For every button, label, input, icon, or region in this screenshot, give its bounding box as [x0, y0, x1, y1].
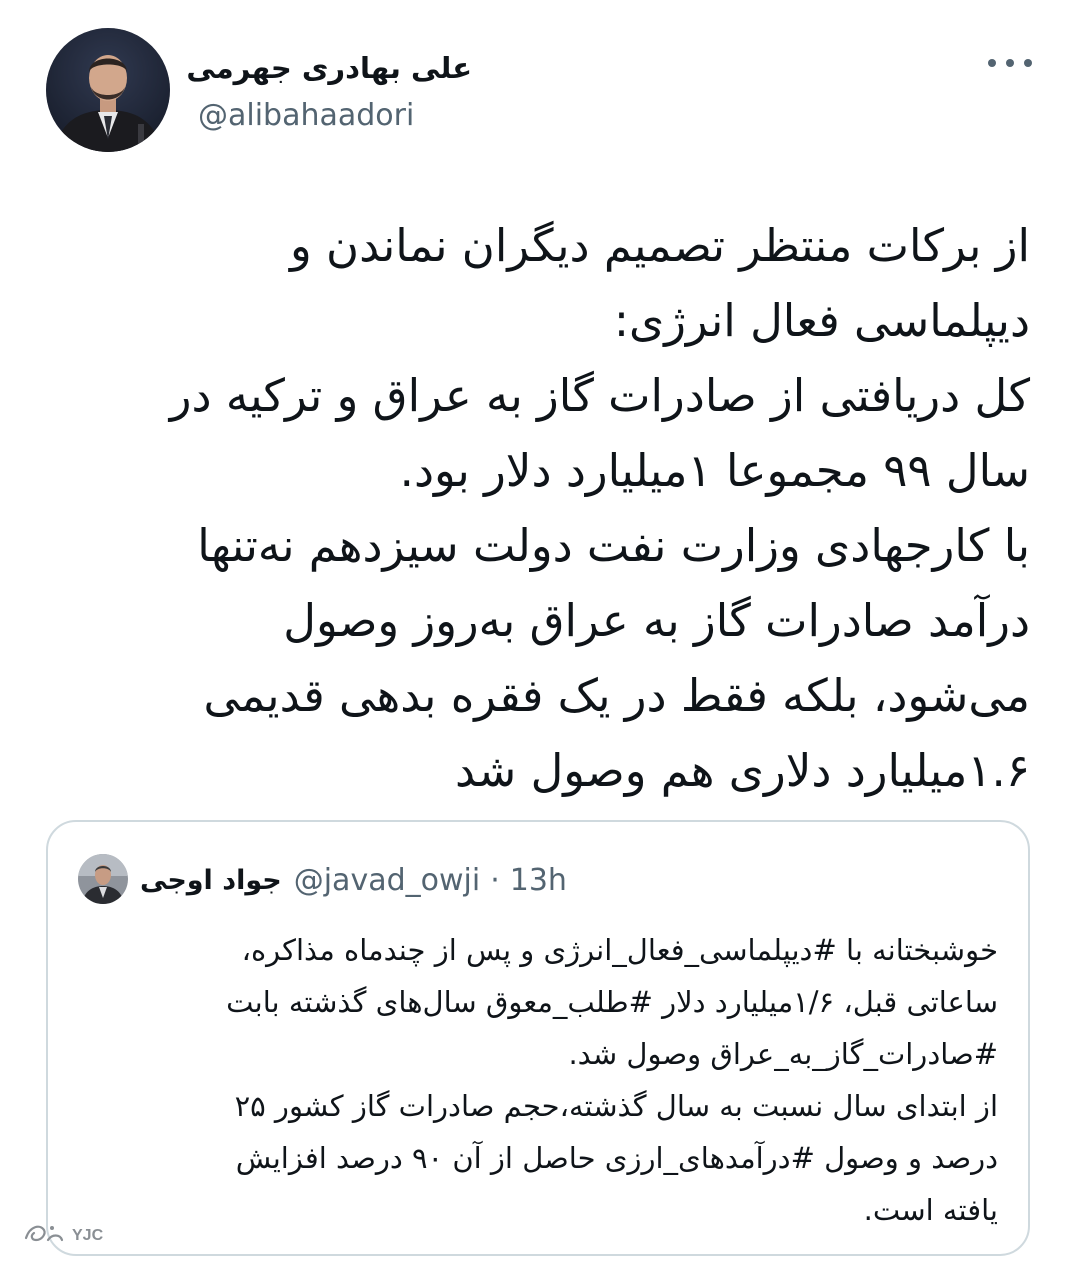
watermark: YJC: [22, 1220, 103, 1251]
tweet-line: دیپلماسی فعال انرژی:: [613, 294, 1030, 347]
quoted-line: خوشبختانه با #دیپلماسی_فعال_انرژی و پس ا…: [241, 933, 998, 967]
quoted-line: درصد و وصول #درآمدهای_ارزی حاصل از آن ۹۰…: [235, 1141, 998, 1175]
quoted-separator: ·: [490, 862, 500, 898]
tweet-line: می‌شود، بلکه فقط در یک فقره بدهی قدیمی: [203, 669, 1030, 722]
author-name[interactable]: علی بهادری جهرمی: [186, 48, 472, 88]
quoted-line: یافته است.: [863, 1193, 998, 1227]
quoted-line: از ابتدای سال نسبت به سال گذشته،حجم صادر…: [234, 1089, 998, 1123]
tweet-line: از برکات منتظر تصمیم دیگران نماندن و: [290, 219, 1030, 272]
tweet-line: درآمد صادرات گاز به عراق به‌روز وصول: [283, 594, 1030, 647]
yjc-logo-icon: [22, 1220, 66, 1251]
quoted-timestamp[interactable]: 13h: [510, 863, 567, 898]
quoted-line: #صادرات_گاز_به_عراق وصول شد.: [568, 1037, 998, 1071]
watermark-text: YJC: [72, 1226, 104, 1244]
avatar[interactable]: [46, 28, 170, 152]
author-handle[interactable]: @alibahaadori: [198, 96, 414, 136]
tweet-line: با کارجهادی وزارت نفت دولت سیزدهم نه‌تنه…: [197, 519, 1030, 572]
tweet-line: ۱.۶میلیارد دلاری هم وصول شد: [454, 744, 1030, 797]
quoted-tweet-card[interactable]: جواد اوجی @javad_owji · 13h خوشبختانه با…: [46, 820, 1030, 1256]
quoted-line: ساعاتی قبل، ۱/۶میلیارد دلار #طلب_معوق سا…: [226, 985, 998, 1019]
quoted-avatar[interactable]: [78, 854, 128, 904]
quoted-tweet-text: خوشبختانه با #دیپلماسی_فعال_انرژی و پس ا…: [68, 924, 998, 1236]
quoted-avatar-image: [78, 854, 128, 904]
quoted-author-handle[interactable]: @javad_owji: [294, 863, 480, 898]
avatar-image: [46, 28, 170, 152]
quoted-author-name[interactable]: جواد اوجی: [140, 865, 282, 896]
tweet-text: از برکات منتظر تصمیم دیگران نماندن و دیپ…: [40, 208, 1030, 808]
tweet-line: کل دریافتی از صادرات گاز به عراق و ترکیه…: [169, 369, 1030, 422]
quoted-header: جواد اوجی @javad_owji · 13h: [140, 858, 567, 902]
more-options-icon[interactable]: [988, 52, 1032, 74]
tweet-line: سال ۹۹ مجموعا ۱میلیارد دلار بود.: [399, 444, 1030, 497]
